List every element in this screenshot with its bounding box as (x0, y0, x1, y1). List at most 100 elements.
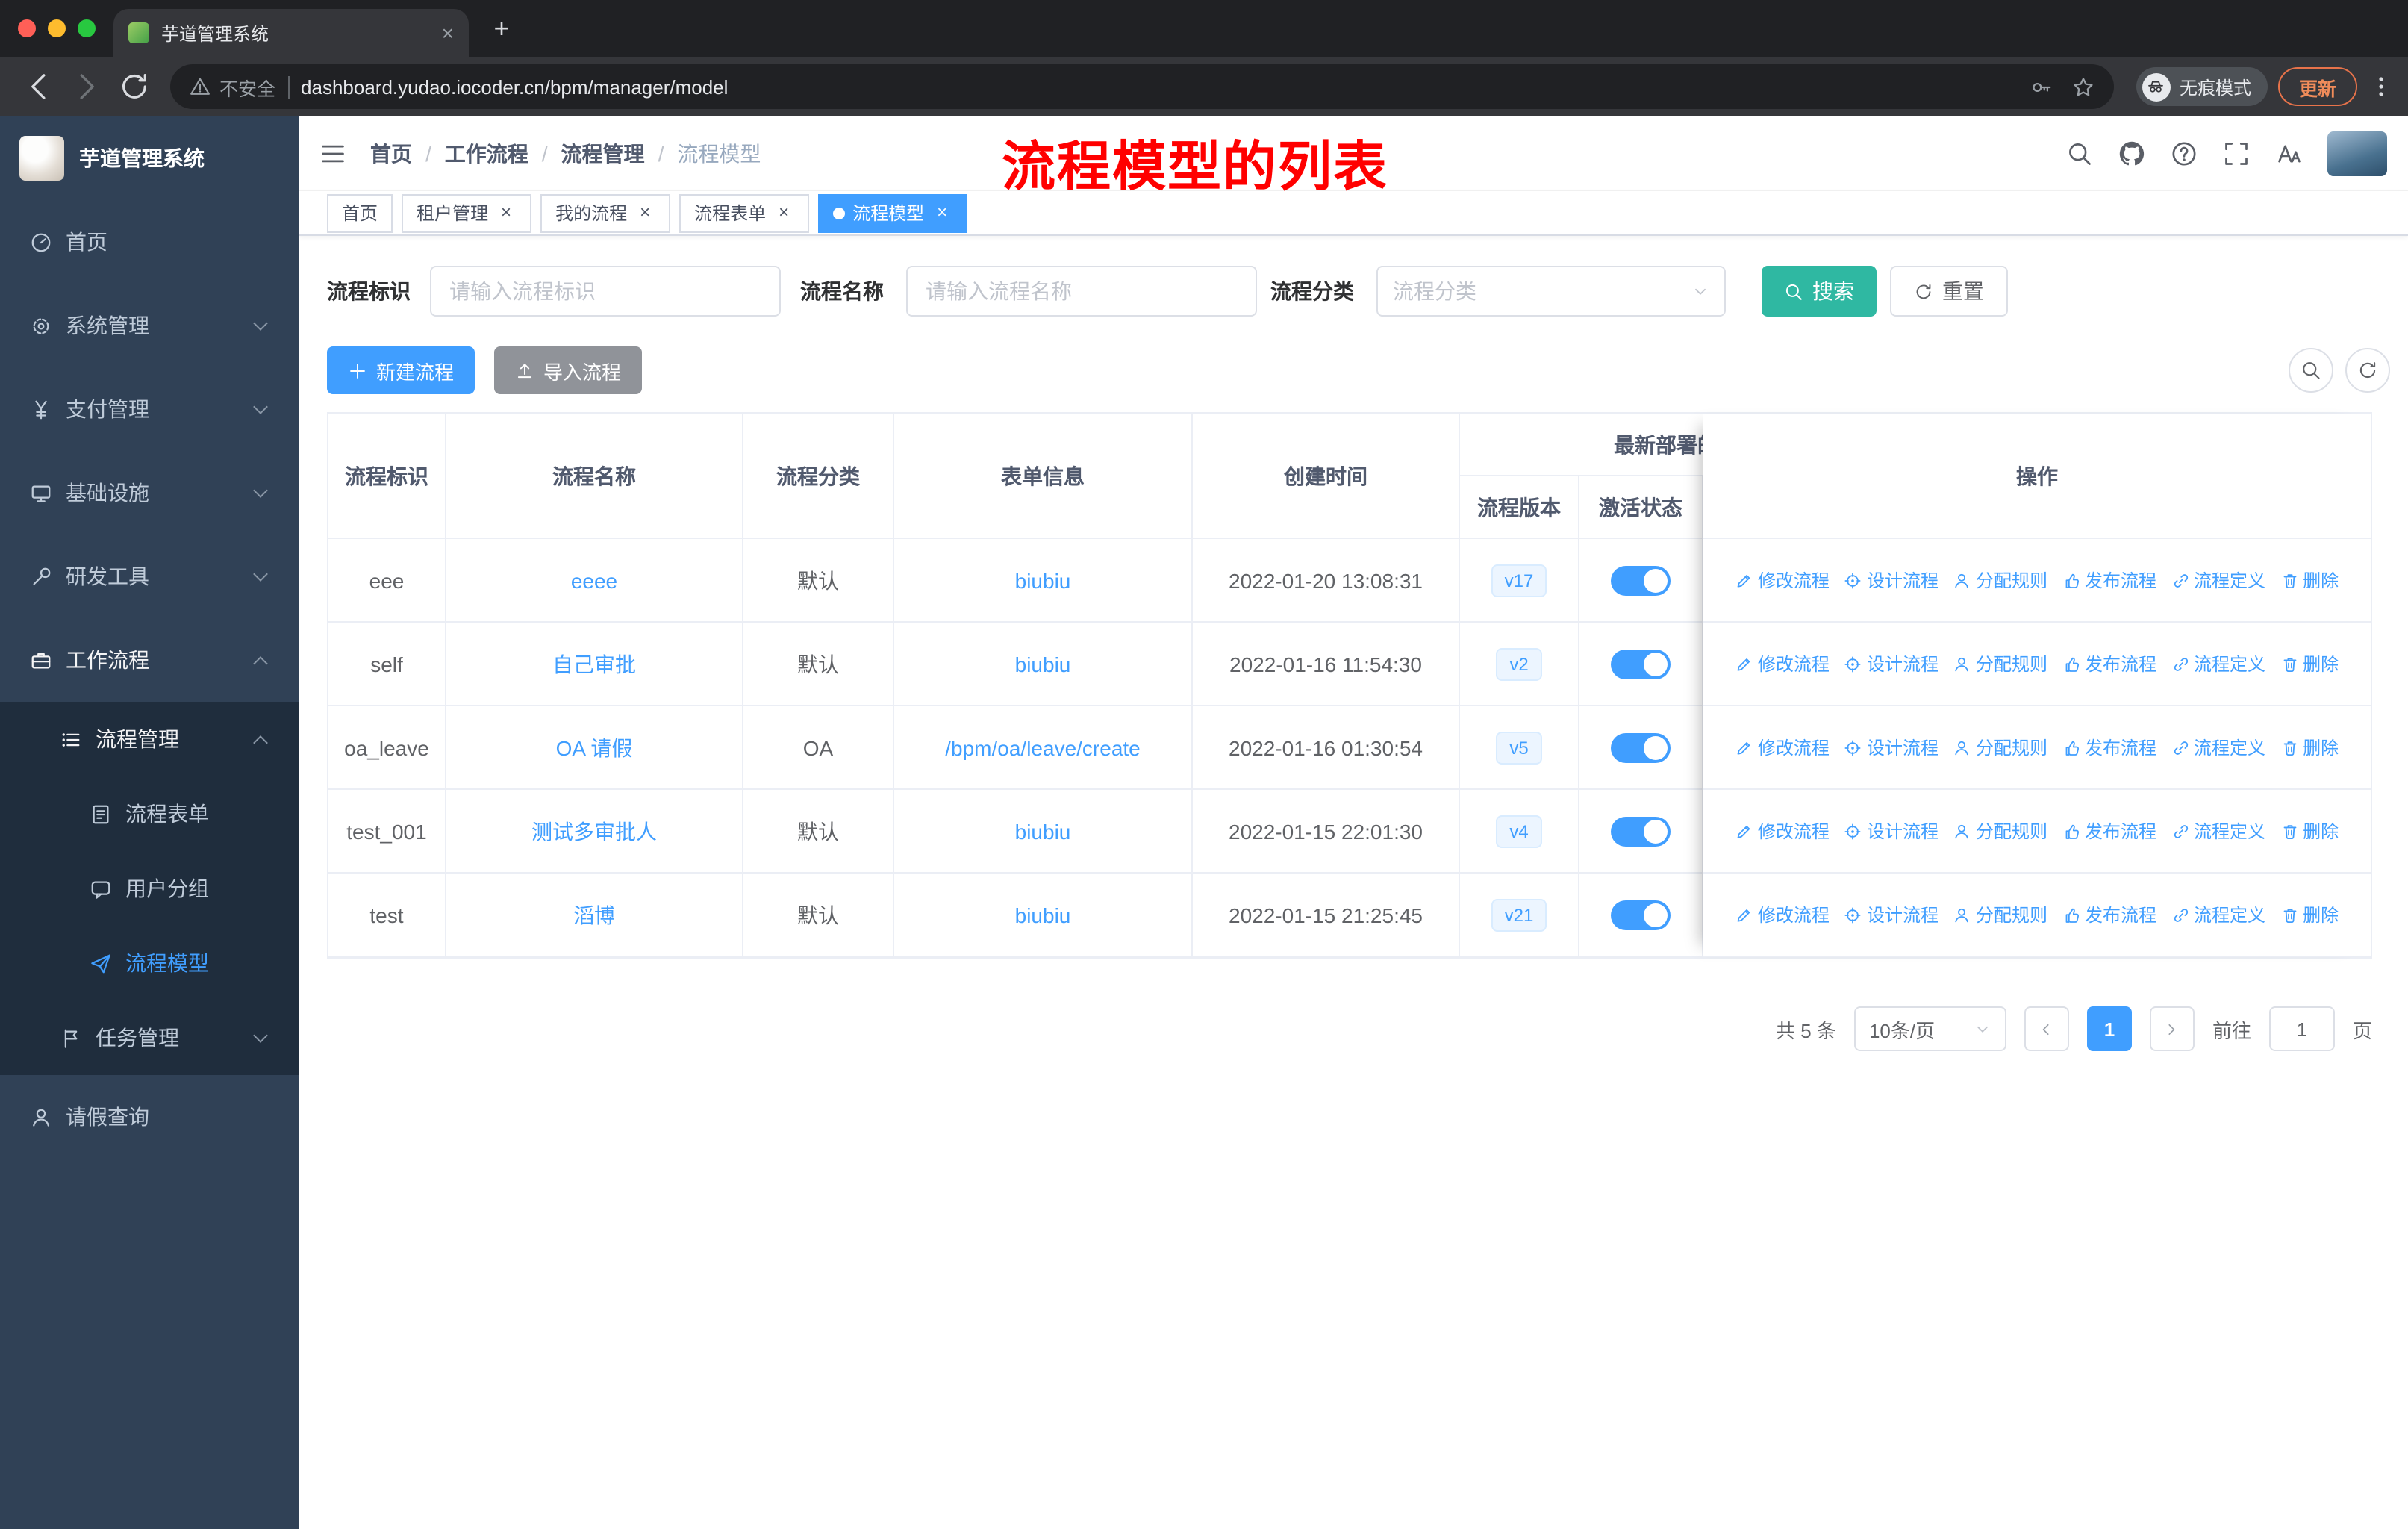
tag-0[interactable]: 首页 (327, 193, 393, 232)
hamburger-icon[interactable] (319, 140, 346, 166)
import-process-button[interactable]: 导入流程 (494, 346, 643, 394)
search-button[interactable]: 搜索 (1762, 266, 1877, 317)
op-publish-link[interactable]: 发布流程 (2062, 735, 2156, 760)
show-search-toggle-button[interactable] (2289, 348, 2333, 393)
create-process-button[interactable]: 新建流程 (327, 346, 475, 394)
avatar[interactable] (2327, 131, 2387, 175)
form-link[interactable]: biubiu (1015, 903, 1071, 927)
close-icon[interactable]: × (496, 202, 517, 223)
op-design-link[interactable]: 设计流程 (1844, 651, 1938, 676)
op-assign-link[interactable]: 分配规则 (1953, 902, 2047, 927)
browser-tab[interactable]: 芋道管理系统 × (113, 9, 469, 57)
browser-menu-icon[interactable] (2369, 75, 2393, 99)
help-icon[interactable] (2171, 140, 2198, 166)
op-design-link[interactable]: 设计流程 (1844, 818, 1938, 844)
active-toggle[interactable] (1611, 816, 1671, 846)
reset-button[interactable]: 重置 (1890, 266, 2008, 317)
minimize-window-button[interactable] (48, 19, 66, 37)
page-size-select[interactable]: 10条/页 (1853, 1006, 2006, 1051)
prev-page-button[interactable] (2024, 1006, 2069, 1051)
category-select[interactable]: 流程分类 (1376, 266, 1726, 317)
op-definition-link[interactable]: 流程定义 (2171, 567, 2265, 593)
breadcrumb-item[interactable]: 工作流程 (445, 138, 528, 168)
process-key-input[interactable] (430, 266, 781, 317)
tag-2[interactable]: 我的流程 × (540, 193, 671, 232)
process-name-link[interactable]: 滔博 (573, 900, 615, 929)
font-size-icon[interactable] (2275, 140, 2302, 166)
close-icon[interactable]: × (932, 202, 952, 223)
active-toggle[interactable] (1611, 732, 1671, 762)
op-modify-link[interactable]: 修改流程 (1735, 735, 1830, 760)
sidebar-item-leave-query[interactable]: 请假查询 (0, 1075, 299, 1159)
back-icon[interactable] (22, 70, 55, 103)
version-badge[interactable]: v21 (1491, 898, 1547, 931)
tab-close-icon[interactable]: × (442, 22, 454, 43)
breadcrumb-item[interactable]: 首页 (370, 138, 412, 168)
op-definition-link[interactable]: 流程定义 (2171, 902, 2265, 927)
fullscreen-icon[interactable] (2223, 140, 2250, 166)
tag-3[interactable]: 流程表单 × (679, 193, 810, 232)
close-icon[interactable]: × (634, 202, 655, 223)
op-design-link[interactable]: 设计流程 (1844, 902, 1938, 927)
version-badge[interactable]: v2 (1496, 647, 1542, 680)
sidebar-item-infrastructure[interactable]: 基础设施 (0, 451, 299, 535)
address-bar[interactable]: 不安全 dashboard.yudao.iocoder.cn/bpm/manag… (170, 64, 2114, 109)
sidebar-item-workflow[interactable]: 工作流程 (0, 618, 299, 702)
form-link[interactable]: /bpm/oa/leave/create (945, 735, 1141, 759)
op-definition-link[interactable]: 流程定义 (2171, 818, 2265, 844)
process-name-input[interactable] (906, 266, 1257, 317)
version-badge[interactable]: v4 (1496, 815, 1542, 847)
sidebar-item-user-group[interactable]: 用户分组 (0, 851, 299, 926)
op-delete-link[interactable]: 删除 (2280, 567, 2339, 593)
sidebar-item-system[interactable]: 系统管理 (0, 284, 299, 367)
op-publish-link[interactable]: 发布流程 (2062, 651, 2156, 676)
process-name-link[interactable]: 自己审批 (552, 649, 636, 679)
form-link[interactable]: biubiu (1015, 568, 1071, 592)
op-assign-link[interactable]: 分配规则 (1953, 818, 2047, 844)
op-delete-link[interactable]: 删除 (2280, 902, 2339, 927)
version-badge[interactable]: v17 (1491, 564, 1547, 597)
form-link[interactable]: biubiu (1015, 819, 1071, 843)
op-modify-link[interactable]: 修改流程 (1735, 651, 1830, 676)
op-publish-link[interactable]: 发布流程 (2062, 567, 2156, 593)
active-toggle[interactable] (1611, 649, 1671, 679)
active-toggle[interactable] (1611, 900, 1671, 929)
op-assign-link[interactable]: 分配规则 (1953, 567, 2047, 593)
key-icon[interactable] (2030, 75, 2053, 98)
refresh-table-button[interactable] (2345, 348, 2390, 393)
process-name-link[interactable]: eeee (571, 568, 617, 592)
op-publish-link[interactable]: 发布流程 (2062, 818, 2156, 844)
github-icon[interactable] (2118, 140, 2145, 166)
update-button[interactable]: 更新 (2277, 67, 2357, 106)
process-name-link[interactable]: OA 请假 (556, 732, 633, 762)
active-toggle[interactable] (1611, 565, 1671, 595)
form-link[interactable]: biubiu (1015, 652, 1071, 676)
op-assign-link[interactable]: 分配规则 (1953, 651, 2047, 676)
sidebar-item-process-model[interactable]: 流程模型 (0, 926, 299, 1000)
tag-1[interactable]: 租户管理 × (402, 193, 532, 232)
op-delete-link[interactable]: 删除 (2280, 651, 2339, 676)
sidebar-item-devtools[interactable]: 研发工具 (0, 535, 299, 618)
sidebar-item-task-management[interactable]: 任务管理 (0, 1000, 299, 1075)
op-delete-link[interactable]: 删除 (2280, 735, 2339, 760)
op-modify-link[interactable]: 修改流程 (1735, 567, 1830, 593)
new-tab-button[interactable]: + (484, 12, 520, 48)
tag-4[interactable]: 流程模型 × (818, 193, 968, 232)
current-page[interactable]: 1 (2086, 1006, 2132, 1051)
breadcrumb-item[interactable]: 流程管理 (561, 138, 645, 168)
op-publish-link[interactable]: 发布流程 (2062, 902, 2156, 927)
search-icon[interactable] (2066, 140, 2093, 166)
sidebar-item-process-management[interactable]: 流程管理 (0, 702, 299, 776)
op-design-link[interactable]: 设计流程 (1844, 567, 1938, 593)
reload-icon[interactable] (118, 70, 151, 103)
security-label[interactable]: 不安全 (219, 72, 275, 101)
close-icon[interactable]: × (773, 202, 794, 223)
sidebar-item-home[interactable]: 首页 (0, 200, 299, 284)
op-delete-link[interactable]: 删除 (2280, 818, 2339, 844)
next-page-button[interactable] (2149, 1006, 2195, 1051)
forward-icon[interactable] (70, 70, 103, 103)
bookmark-star-icon[interactable] (2072, 75, 2094, 98)
op-definition-link[interactable]: 流程定义 (2171, 651, 2265, 676)
version-badge[interactable]: v5 (1496, 731, 1542, 764)
process-name-link[interactable]: 测试多审批人 (531, 816, 657, 846)
